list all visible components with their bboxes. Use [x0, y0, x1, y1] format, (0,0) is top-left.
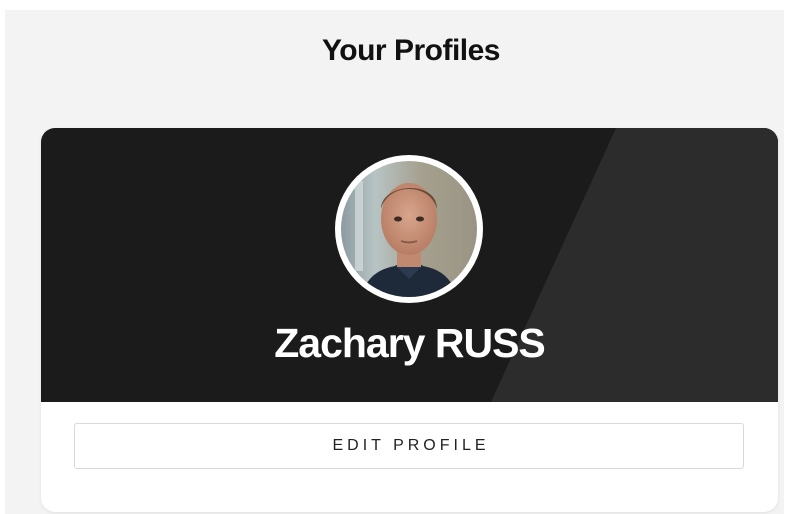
profile-card: Zachary RUSS EDIT PROFILE	[41, 128, 778, 512]
avatar[interactable]	[335, 155, 483, 303]
page-title: Your Profiles	[322, 34, 500, 67]
profiles-page: Your Profiles Zachary RUSS EDIT PROFILE	[5, 10, 784, 514]
profile-banner: Zachary RUSS	[41, 128, 778, 402]
avatar-photo-icon	[341, 161, 477, 297]
profile-name: Zachary RUSS	[274, 320, 546, 366]
edit-profile-button[interactable]: EDIT PROFILE	[74, 423, 744, 469]
